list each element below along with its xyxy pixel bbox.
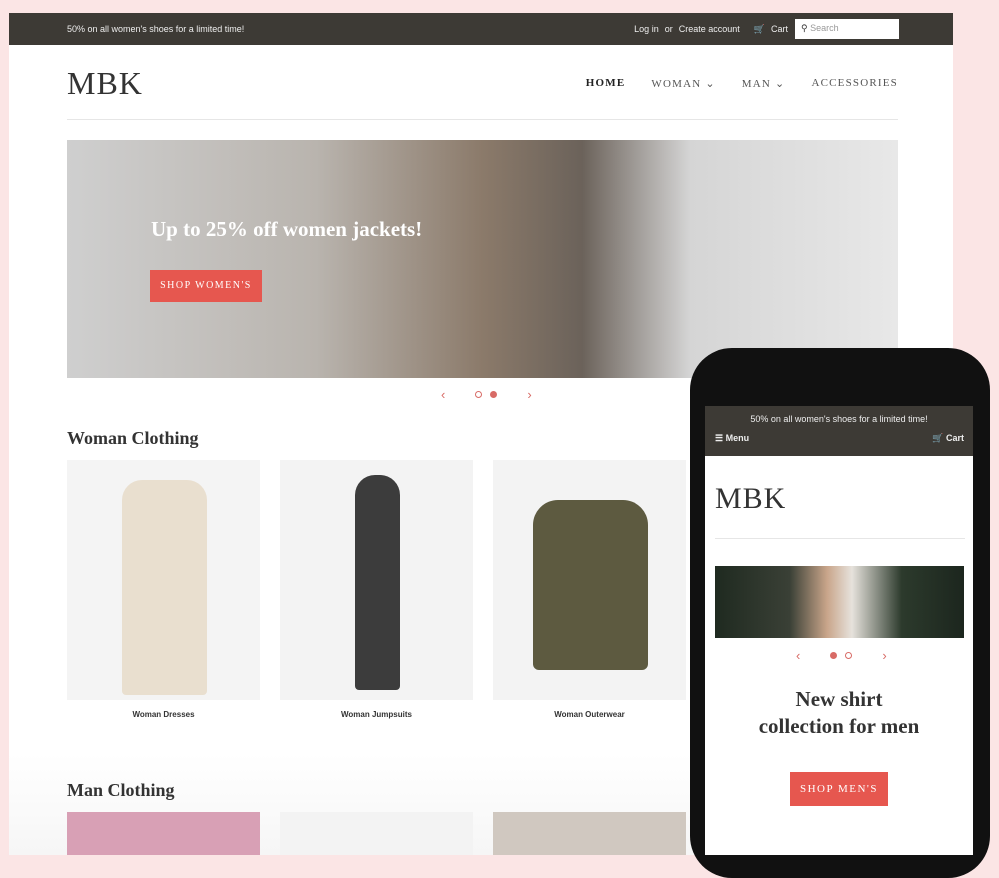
main-nav: HOME WOMAN ⌄ MAN ⌄ ACCESSORIES xyxy=(586,77,898,90)
next-arrow-icon[interactable]: › xyxy=(527,387,531,402)
product-card[interactable] xyxy=(67,812,260,855)
hero-title: Up to 25% off women jackets! xyxy=(151,217,423,241)
product-label[interactable]: Woman Dresses xyxy=(67,710,260,719)
slide-dot[interactable] xyxy=(490,391,498,398)
search-icon: ⚲ xyxy=(801,23,808,33)
logo[interactable]: MBK xyxy=(67,65,143,102)
mobile-promo-text: 50% on all women's shoes for a limited t… xyxy=(750,414,928,424)
product-label[interactable]: Woman Jumpsuits xyxy=(280,710,473,719)
nav-accessories[interactable]: ACCESSORIES xyxy=(811,77,898,90)
shop-womens-button[interactable]: SHOP WOMEN'S xyxy=(150,270,262,302)
cart-icon: 🛒 xyxy=(932,433,944,443)
product-label[interactable]: Woman Outerwear xyxy=(493,710,686,719)
nav-woman[interactable]: WOMAN ⌄ xyxy=(651,77,715,90)
menu-button[interactable]: ☰ Menu xyxy=(715,433,749,444)
promo-text: 50% on all women's shoes for a limited t… xyxy=(67,24,245,34)
product-card[interactable] xyxy=(280,812,473,855)
product-card[interactable] xyxy=(493,812,686,855)
cart-link[interactable]: Cart xyxy=(771,24,788,35)
mobile-cart-button[interactable]: 🛒 Cart xyxy=(932,433,964,444)
hamburger-icon: ☰ xyxy=(715,433,724,443)
login-link[interactable]: Log in xyxy=(634,24,659,35)
mobile-hero-title: New shirt collection for men xyxy=(758,687,920,738)
prev-arrow-icon[interactable]: ‹ xyxy=(441,387,445,402)
nav-home[interactable]: HOME xyxy=(586,77,626,90)
or-text: or xyxy=(664,24,673,34)
search-input[interactable]: ⚲ Search xyxy=(795,19,899,39)
slide-dot[interactable] xyxy=(830,652,838,659)
create-account-link[interactable]: Create account xyxy=(679,24,740,35)
next-arrow-icon[interactable]: › xyxy=(882,648,886,663)
divider xyxy=(715,538,965,539)
product-card[interactable] xyxy=(67,460,260,700)
product-card[interactable] xyxy=(493,460,686,700)
man-section-title: Man Clothing xyxy=(67,780,175,800)
slider-controls: ‹ › xyxy=(441,387,532,402)
announcement-bar: 50% on all women's shoes for a limited t… xyxy=(9,13,953,45)
hero-slide: Up to 25% off women jackets! SHOP WOMEN'… xyxy=(67,140,898,378)
product-card[interactable] xyxy=(280,460,473,700)
woman-section-title: Woman Clothing xyxy=(67,428,199,448)
search-placeholder: Search xyxy=(810,23,839,33)
mobile-preview: 50% on all women's shoes for a limited t… xyxy=(705,406,973,855)
divider xyxy=(67,119,898,120)
mobile-hero-image xyxy=(715,566,964,638)
prev-arrow-icon[interactable]: ‹ xyxy=(796,648,800,663)
mobile-header: 50% on all women's shoes for a limited t… xyxy=(705,406,973,456)
shop-mens-button[interactable]: SHOP MEN'S xyxy=(790,772,888,806)
mobile-slider-controls: ‹ › xyxy=(796,648,887,663)
mobile-logo[interactable]: MBK xyxy=(715,482,786,516)
cart-icon[interactable]: 🛒 xyxy=(754,24,765,35)
nav-man[interactable]: MAN ⌄ xyxy=(742,77,786,90)
slide-dot[interactable] xyxy=(475,391,483,398)
slide-dot[interactable] xyxy=(845,652,853,659)
